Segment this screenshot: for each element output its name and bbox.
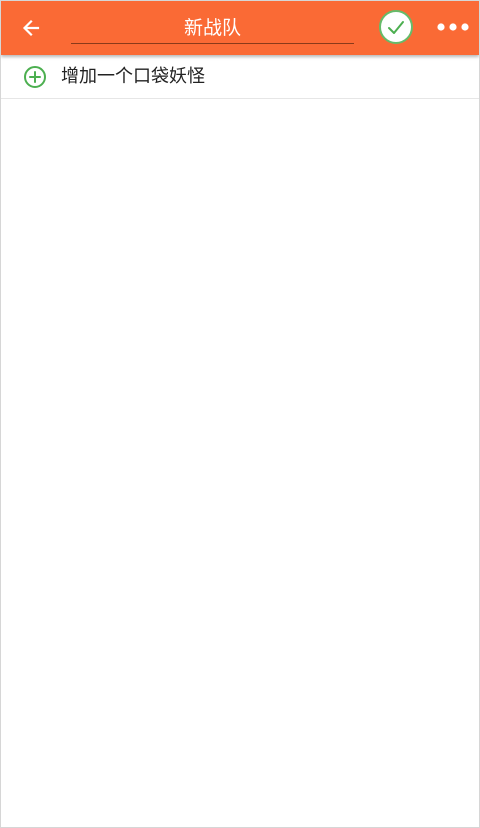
team-member-list — [1, 99, 479, 827]
checkmark-icon — [388, 21, 404, 34]
overflow-dots-icon — [437, 23, 469, 31]
add-pokemon-label: 增加一个口袋妖怪 — [61, 66, 205, 87]
arrow-left-icon — [22, 19, 40, 37]
app-screen: 增加一个口袋妖怪 — [0, 0, 480, 828]
plus-circle-icon — [24, 66, 46, 88]
more-options-button[interactable] — [431, 10, 475, 44]
add-pokemon-row[interactable]: 增加一个口袋妖怪 — [1, 55, 479, 99]
toolbar — [1, 1, 479, 55]
confirm-button[interactable] — [379, 10, 413, 44]
back-button[interactable] — [11, 8, 51, 48]
team-name-input[interactable] — [71, 9, 354, 44]
